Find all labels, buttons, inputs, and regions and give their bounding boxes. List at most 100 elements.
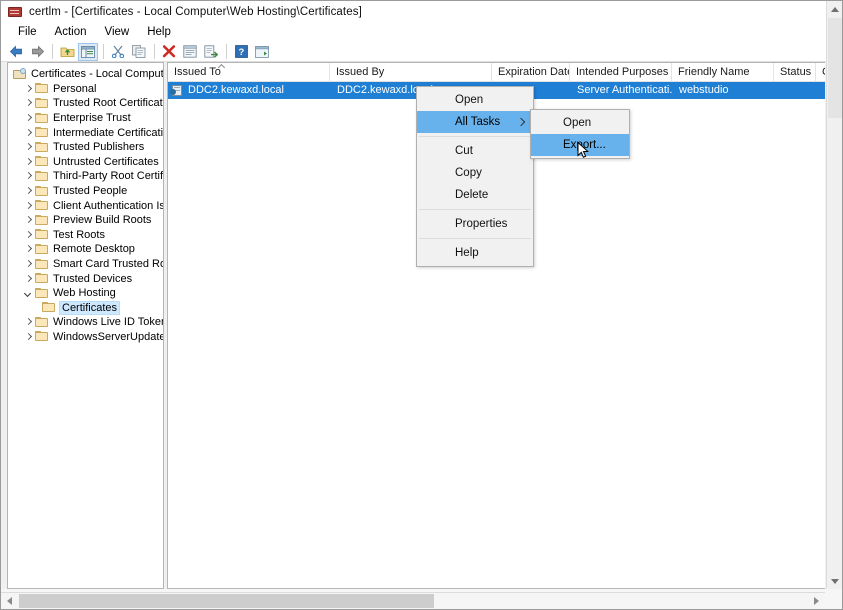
chevron-right-icon[interactable] bbox=[22, 258, 34, 270]
all-tasks-submenu: Open Export... bbox=[530, 109, 630, 159]
context-menu-item-copy[interactable]: Copy bbox=[417, 162, 533, 184]
tree-item-client-authentication-issuers[interactable]: Client Authentication Issuers bbox=[8, 198, 163, 213]
column-header-certificate-template[interactable]: Certi bbox=[816, 63, 825, 82]
tree-item-root[interactable]: Certificates - Local Computer bbox=[8, 67, 163, 82]
tree-item-remote-desktop[interactable]: Remote Desktop bbox=[8, 242, 163, 257]
chevron-right-icon[interactable] bbox=[22, 243, 34, 255]
context-menu-item-delete[interactable]: Delete bbox=[417, 184, 533, 206]
column-header-issued-by[interactable]: Issued By bbox=[330, 63, 492, 82]
folder-icon bbox=[35, 186, 49, 197]
column-header-intended-purposes[interactable]: Intended Purposes bbox=[570, 63, 672, 82]
export-list-button[interactable] bbox=[201, 43, 221, 61]
scroll-left-button[interactable] bbox=[1, 593, 18, 609]
tree-item-label: Personal bbox=[53, 83, 96, 95]
submenu-item-export[interactable]: Export... bbox=[531, 134, 629, 156]
tree-item-trusted-publishers[interactable]: Trusted Publishers bbox=[8, 140, 163, 155]
column-header-label: Friendly Name bbox=[678, 66, 750, 78]
forward-button[interactable] bbox=[27, 43, 47, 61]
column-header-expiration-date[interactable]: Expiration Date bbox=[492, 63, 570, 82]
window-title: certlm - [Certificates - Local Computer\… bbox=[29, 6, 362, 18]
folder-icon bbox=[42, 302, 56, 313]
tree-item-test-roots[interactable]: Test Roots bbox=[8, 228, 163, 243]
copy-button[interactable] bbox=[129, 43, 149, 61]
tree-item-intermediate-certification-authorities[interactable]: Intermediate Certification Au bbox=[8, 125, 163, 140]
chevron-right-icon[interactable] bbox=[22, 127, 34, 139]
left-arrow-icon bbox=[9, 45, 24, 58]
properties-button[interactable] bbox=[180, 43, 200, 61]
chevron-right-icon[interactable] bbox=[22, 316, 34, 328]
tree-item-label: Preview Build Roots bbox=[53, 214, 151, 226]
chevron-right-icon[interactable] bbox=[22, 156, 34, 168]
chevron-right-icon[interactable] bbox=[22, 200, 34, 212]
tree-item-windows-live-id-token-issuer[interactable]: Windows Live ID Token Issuer bbox=[8, 315, 163, 330]
folder-icon bbox=[35, 215, 49, 226]
folder-icon bbox=[35, 331, 49, 342]
tree-item-preview-build-roots[interactable]: Preview Build Roots bbox=[8, 213, 163, 228]
column-header-issued-to[interactable]: Issued To bbox=[168, 63, 330, 82]
chevron-right-icon[interactable] bbox=[22, 185, 34, 197]
chevron-right-icon[interactable] bbox=[22, 97, 34, 109]
chevron-right-icon[interactable] bbox=[22, 112, 34, 124]
context-menu-item-cut[interactable]: Cut bbox=[417, 140, 533, 162]
submenu-item-open[interactable]: Open bbox=[531, 112, 629, 134]
tree-item-label: Trusted Devices bbox=[53, 273, 132, 285]
chevron-right-icon[interactable] bbox=[22, 214, 34, 226]
tree-item-smart-card-trusted-roots[interactable]: Smart Card Trusted Roots bbox=[8, 257, 163, 272]
up-one-level-button[interactable] bbox=[57, 43, 77, 61]
tree-item-label: Smart Card Trusted Roots bbox=[53, 258, 164, 270]
back-button[interactable] bbox=[6, 43, 26, 61]
scroll-down-button[interactable] bbox=[827, 573, 843, 589]
context-menu-item-help[interactable]: Help bbox=[417, 242, 533, 264]
menu-help[interactable]: Help bbox=[138, 24, 180, 41]
tree-item-trusted-people[interactable]: Trusted People bbox=[8, 184, 163, 199]
folder-icon bbox=[35, 229, 49, 240]
toolbar-separator bbox=[226, 44, 227, 59]
tree-item-personal[interactable]: Personal bbox=[8, 82, 163, 97]
vertical-scroll-thumb[interactable] bbox=[828, 18, 842, 118]
tree-item-label: Certificates - Local Computer bbox=[31, 68, 164, 80]
show-hide-console-tree-button[interactable] bbox=[78, 43, 98, 61]
tree-item-third-party-root-certification-authorities[interactable]: Third-Party Root Certification bbox=[8, 169, 163, 184]
tree-item-untrusted-certificates[interactable]: Untrusted Certificates bbox=[8, 155, 163, 170]
certificate-manager-icon bbox=[7, 4, 23, 20]
chevron-right-icon[interactable] bbox=[22, 170, 34, 182]
folder-icon bbox=[35, 113, 49, 124]
tree-item-enterprise-trust[interactable]: Enterprise Trust bbox=[8, 111, 163, 126]
menu-view[interactable]: View bbox=[96, 24, 139, 41]
window-icon bbox=[255, 46, 269, 58]
chevron-right-icon[interactable] bbox=[22, 83, 34, 95]
scroll-up-button[interactable] bbox=[827, 1, 843, 17]
cut-button[interactable] bbox=[108, 43, 128, 61]
column-header-label: Issued To bbox=[174, 66, 221, 78]
tree-item-trusted-root-certification-authorities[interactable]: Trusted Root Certification Au bbox=[8, 96, 163, 111]
snapin-icon bbox=[13, 68, 27, 80]
tree-item-certificates[interactable]: Certificates bbox=[8, 301, 163, 316]
menu-action[interactable]: Action bbox=[46, 24, 96, 41]
chevron-right-icon[interactable] bbox=[22, 141, 34, 153]
toolbar-separator bbox=[103, 44, 104, 59]
scroll-right-button[interactable] bbox=[808, 593, 825, 609]
sort-ascending-icon bbox=[219, 64, 226, 68]
help-button[interactable]: ? bbox=[231, 43, 251, 61]
context-menu-item-properties[interactable]: Properties bbox=[417, 213, 533, 235]
chevron-right-icon[interactable] bbox=[22, 229, 34, 241]
chevron-right-icon[interactable] bbox=[22, 331, 34, 343]
horizontal-scroll-thumb[interactable] bbox=[19, 594, 434, 608]
tree-item-web-hosting[interactable]: Web Hosting bbox=[8, 286, 163, 301]
chevron-right-icon[interactable] bbox=[22, 273, 34, 285]
tree-item-windows-server-update-services[interactable]: WindowsServerUpdateService bbox=[8, 330, 163, 345]
console-tree-pane: Certificates - Local Computer Personal T… bbox=[7, 62, 164, 589]
folder-icon bbox=[35, 171, 49, 182]
tree-item-trusted-devices[interactable]: Trusted Devices bbox=[8, 271, 163, 286]
delete-button[interactable] bbox=[159, 43, 179, 61]
column-header-friendly-name[interactable]: Friendly Name bbox=[672, 63, 774, 82]
new-window-button[interactable] bbox=[252, 43, 272, 61]
context-menu-item-all-tasks[interactable]: All Tasks bbox=[417, 111, 533, 133]
horizontal-scrollbar[interactable] bbox=[1, 592, 825, 609]
menu-file[interactable]: File bbox=[9, 24, 46, 41]
column-header-status[interactable]: Status bbox=[774, 63, 816, 82]
vertical-scrollbar[interactable] bbox=[826, 1, 842, 589]
chevron-down-icon[interactable] bbox=[22, 287, 34, 299]
context-menu: Open All Tasks Cut Copy Delete Propertie… bbox=[416, 86, 534, 267]
context-menu-item-open[interactable]: Open bbox=[417, 89, 533, 111]
